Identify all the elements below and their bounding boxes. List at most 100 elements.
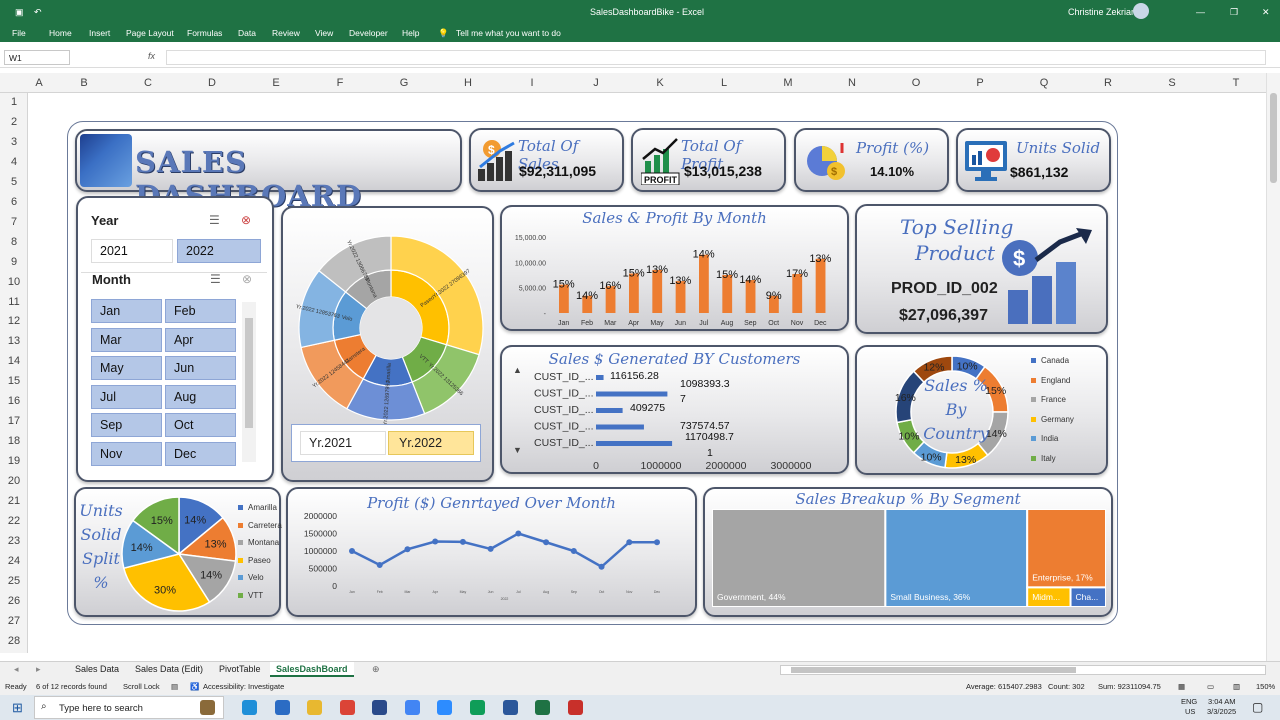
column-header[interactable]: E [272, 77, 279, 89]
row-header[interactable]: 26 [0, 595, 28, 607]
row-header[interactable]: 5 [0, 176, 28, 188]
ribbon-tab[interactable]: Review [272, 28, 300, 38]
fx-icon[interactable]: fx [148, 51, 155, 61]
row-header[interactable]: 10 [0, 276, 28, 288]
slicer-item-mar[interactable]: Mar [91, 327, 162, 352]
user-name[interactable]: Christine Zekrian [1068, 7, 1136, 17]
column-header[interactable]: A [35, 77, 42, 89]
undo-icon[interactable]: ↶ [34, 7, 42, 18]
page-layout-icon[interactable]: ▭ [1207, 682, 1214, 691]
chrome-icon-2[interactable] [470, 700, 485, 715]
tab-scroll-right-icon[interactable]: ▸ [36, 664, 41, 675]
sheet-tab[interactable]: PivotTable [219, 664, 261, 674]
row-header[interactable]: 28 [0, 635, 28, 647]
row-header[interactable]: 20 [0, 475, 28, 487]
slicer-scrollbar[interactable] [242, 302, 256, 462]
row-header[interactable]: 25 [0, 575, 28, 587]
slicer-item-jun[interactable]: Jun [165, 356, 236, 381]
column-header[interactable]: C [144, 77, 152, 89]
sheet-tab[interactable]: Sales Data (Edit) [135, 664, 203, 674]
slicer-item-sep[interactable]: Sep [91, 413, 162, 438]
excel-icon[interactable] [535, 700, 550, 715]
vertical-scrollbar[interactable] [1266, 73, 1280, 661]
slicer-item-oct[interactable]: Oct [165, 413, 236, 438]
notification-icon[interactable]: ▢ [1252, 700, 1263, 714]
slicer-item-aug[interactable]: Aug [165, 384, 236, 409]
slicer-item-dec[interactable]: Dec [165, 442, 236, 466]
macro-icon[interactable]: ▤ [171, 682, 178, 691]
row-header[interactable]: 21 [0, 495, 28, 507]
ribbon-tab[interactable]: Data [238, 28, 256, 38]
slicer-item-jul[interactable]: Jul [91, 384, 162, 409]
chrome-icon[interactable] [340, 700, 355, 715]
save-icon[interactable]: ▣ [15, 7, 24, 18]
pdf-icon[interactable] [568, 700, 583, 715]
ribbon-tab[interactable]: File [12, 28, 26, 38]
ribbon-tab[interactable]: View [315, 28, 333, 38]
tell-me-box[interactable]: Tell me what you want to do [456, 28, 561, 38]
column-header[interactable]: J [593, 77, 599, 89]
column-header[interactable]: K [656, 77, 663, 89]
close-icon[interactable]: ✕ [1262, 7, 1270, 18]
ribbon-tab[interactable]: Formulas [187, 28, 222, 38]
column-header[interactable]: G [400, 77, 409, 89]
row-header[interactable]: 15 [0, 375, 28, 387]
page-break-icon[interactable]: ▥ [1233, 682, 1240, 691]
row-header[interactable]: 12 [0, 315, 28, 327]
clear-filter-icon[interactable]: ⊗ [242, 272, 252, 286]
row-header[interactable]: 19 [0, 455, 28, 467]
slicer-item-nov[interactable]: Nov [91, 442, 162, 466]
row-header[interactable]: 11 [0, 296, 28, 308]
edge-icon[interactable] [242, 700, 257, 715]
column-header[interactable]: B [80, 77, 87, 89]
multi-select-icon[interactable]: ☰ [210, 272, 221, 286]
add-sheet-icon[interactable]: ⊕ [372, 664, 380, 675]
year-button-2021[interactable]: Yr.2021 [300, 431, 386, 455]
column-header[interactable]: O [912, 77, 921, 89]
row-header[interactable]: 9 [0, 256, 28, 268]
bird-icon[interactable] [200, 700, 215, 715]
word-icon[interactable] [503, 700, 518, 715]
column-header[interactable]: H [464, 77, 472, 89]
sheet-tab[interactable]: Sales Data [75, 664, 119, 674]
column-header[interactable]: N [848, 77, 856, 89]
row-header[interactable]: 1 [0, 96, 28, 108]
folder-icon[interactable] [307, 700, 322, 715]
row-header[interactable]: 22 [0, 515, 28, 527]
clock-date[interactable]: 3/3/2025 [1207, 707, 1236, 716]
formula-input[interactable] [166, 50, 1266, 65]
row-header[interactable]: 6 [0, 196, 28, 208]
column-header[interactable]: T [1233, 77, 1240, 89]
sheet-tab-active[interactable]: SalesDashBoard [270, 662, 354, 677]
region[interactable]: US [1185, 707, 1195, 716]
zoom-level[interactable]: 150% [1256, 682, 1275, 691]
row-header[interactable]: 27 [0, 615, 28, 627]
slicer-item-2022[interactable]: 2022 [177, 239, 261, 263]
row-header[interactable]: 13 [0, 335, 28, 347]
status-accessibility[interactable]: Accessibility: Investigate [203, 682, 284, 691]
name-box[interactable]: W1 [4, 50, 70, 65]
scroll-down-icon[interactable]: ▼ [513, 445, 522, 455]
row-header[interactable]: 17 [0, 415, 28, 427]
avatar[interactable] [1133, 3, 1149, 19]
row-header[interactable]: 16 [0, 395, 28, 407]
column-header[interactable]: M [783, 77, 792, 89]
taskbar-search[interactable]: ⌕ Type here to search [34, 696, 224, 719]
ribbon-tab[interactable]: Developer [349, 28, 388, 38]
language[interactable]: ENG [1181, 697, 1197, 706]
slicer-item-apr[interactable]: Apr [165, 327, 236, 352]
column-header[interactable]: R [1104, 77, 1112, 89]
slicer-item-2021[interactable]: 2021 [91, 239, 173, 263]
row-header[interactable]: 3 [0, 136, 28, 148]
row-header[interactable]: 4 [0, 156, 28, 168]
accessibility-icon[interactable]: ♿ [190, 682, 199, 691]
row-header[interactable]: 7 [0, 216, 28, 228]
app-icon[interactable] [372, 700, 387, 715]
column-header[interactable]: Q [1040, 77, 1049, 89]
slicer-item-may[interactable]: May [91, 356, 162, 381]
horizontal-scrollbar[interactable] [780, 665, 1266, 675]
normal-view-icon[interactable]: ▦ [1178, 682, 1185, 691]
zoom-icon[interactable] [437, 700, 452, 715]
ribbon-tab[interactable]: Home [49, 28, 72, 38]
column-header[interactable]: S [1168, 77, 1175, 89]
